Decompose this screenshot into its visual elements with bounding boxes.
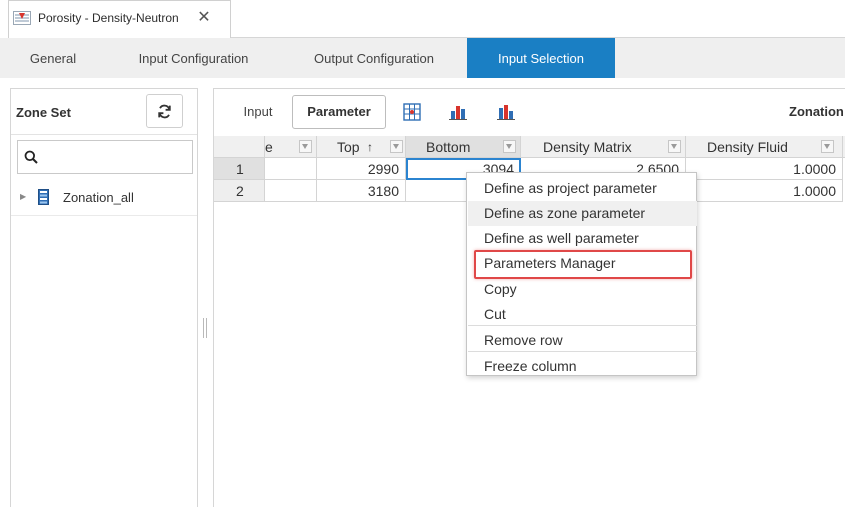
- column-header-label: Density Fluid: [707, 139, 788, 155]
- zone-search-input[interactable]: [44, 145, 189, 169]
- table-cell-top[interactable]: 3180: [317, 180, 406, 202]
- bar-chart-icon[interactable]: [448, 102, 468, 122]
- zone-set-title: Zone Set: [16, 105, 71, 120]
- menu-item-define-zone-parameter[interactable]: Define as zone parameter: [468, 201, 697, 226]
- menu-item-define-project-parameter[interactable]: Define as project parameter: [468, 176, 697, 201]
- filter-icon[interactable]: [821, 140, 834, 153]
- row-header[interactable]: 2: [214, 180, 265, 202]
- table-cell-density-fluid[interactable]: 1.0000: [686, 158, 843, 180]
- refresh-button[interactable]: [146, 94, 183, 128]
- menu-item-copy[interactable]: Copy: [468, 277, 697, 302]
- tab-input-selection[interactable]: Input Selection: [467, 38, 615, 78]
- column-header-label: Density Matrix: [543, 139, 632, 155]
- bar-chart-alt-icon[interactable]: [496, 102, 516, 122]
- filter-icon[interactable]: [299, 140, 312, 153]
- menu-item-parameters-manager[interactable]: Parameters Manager: [468, 251, 697, 276]
- zone-panel-divider: [11, 134, 197, 135]
- column-header-density-matrix[interactable]: Density Matrix: [521, 136, 686, 158]
- menu-item-freeze-column[interactable]: Freeze column: [468, 354, 697, 379]
- tab-output-configuration[interactable]: Output Configuration: [281, 38, 467, 78]
- menu-item-remove-row[interactable]: Remove row: [468, 328, 697, 353]
- filter-icon[interactable]: [390, 140, 403, 153]
- column-header[interactable]: e: [265, 136, 317, 158]
- column-header-label: e: [265, 139, 273, 155]
- column-header-bottom[interactable]: Bottom: [406, 136, 521, 158]
- menu-separator: [468, 325, 697, 326]
- expand-caret-icon[interactable]: ▶: [20, 192, 28, 202]
- close-icon[interactable]: ✕: [196, 9, 212, 27]
- tree-divider: [11, 215, 197, 216]
- tab-general[interactable]: General: [0, 38, 106, 78]
- grid-corner-cell: [214, 136, 265, 158]
- sort-ascending-icon: ↑: [367, 140, 373, 154]
- document-tab-title: Porosity - Density-Neutron: [38, 11, 179, 25]
- menu-item-define-well-parameter[interactable]: Define as well parameter: [468, 226, 697, 251]
- menu-separator: [468, 351, 697, 352]
- zonation-label: Zonation: [789, 104, 844, 119]
- filter-icon[interactable]: [668, 140, 681, 153]
- column-header-label: Top: [337, 139, 360, 155]
- porosity-module-icon: [13, 11, 31, 25]
- table-cell-density-fluid[interactable]: 1.0000: [686, 180, 843, 202]
- tab-input-configuration[interactable]: Input Configuration: [106, 38, 281, 78]
- refresh-icon: [158, 104, 171, 119]
- section-tab-bar: General Input Configuration Output Confi…: [0, 38, 845, 78]
- search-icon: [24, 150, 38, 164]
- table-cell[interactable]: [265, 158, 317, 180]
- table-cell-top[interactable]: 2990: [317, 158, 406, 180]
- parameter-mode-button[interactable]: Parameter: [292, 95, 386, 129]
- table-cell[interactable]: [265, 180, 317, 202]
- column-header-density-fluid[interactable]: Density Fluid: [686, 136, 843, 158]
- column-header-label: Bottom: [426, 139, 471, 155]
- context-menu: Define as project parameter Define as zo…: [466, 172, 697, 376]
- panel-splitter[interactable]: [203, 318, 209, 338]
- row-header[interactable]: 1: [214, 158, 265, 180]
- tree-item-label[interactable]: Zonation_all: [63, 190, 134, 205]
- grid-columns-icon[interactable]: [402, 102, 422, 122]
- input-mode-button[interactable]: Input: [232, 96, 284, 128]
- filter-icon[interactable]: [503, 140, 516, 153]
- column-header-top[interactable]: Top ↑: [317, 136, 406, 158]
- zone-set-icon: [38, 189, 49, 205]
- menu-item-cut[interactable]: Cut: [468, 302, 697, 327]
